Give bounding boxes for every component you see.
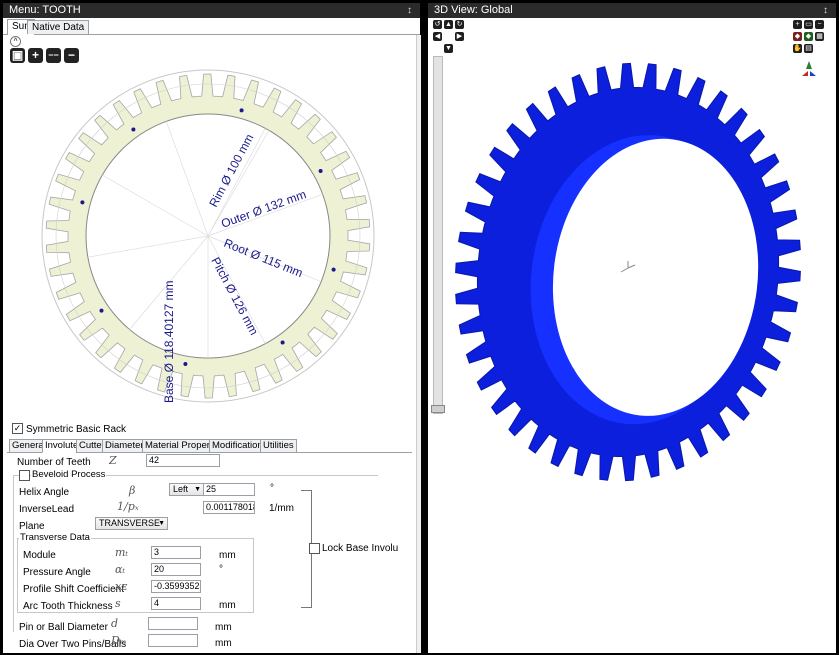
pin-diameter-label: Pin or Ball Diameter: [19, 622, 108, 633]
dia-over-pins-symbol: Dₘ: [111, 634, 127, 647]
gear-2d-teeth: [41, 69, 375, 403]
split-button[interactable]: −−: [46, 48, 61, 63]
teeth-symbol: Z: [109, 454, 117, 467]
lock-base-label: Lock Base Involu: [322, 543, 399, 554]
profile-shift-label: Profile Shift Coefficient: [23, 584, 124, 595]
menu-title-bar: Menu: TOOTH ↕: [3, 3, 420, 18]
collapse-icon[interactable]: ^: [10, 36, 21, 47]
pressure-angle-label: Pressure Angle: [23, 567, 91, 578]
plane-label: Plane: [19, 521, 45, 532]
pin-diameter-symbol: d: [111, 617, 119, 630]
base-label: Base Ø 118.40127 mm: [162, 280, 176, 403]
inverse-lead-input[interactable]: 0.0011780185: [203, 501, 255, 514]
pressure-angle-unit: °: [219, 564, 223, 575]
symmetric-rack-label: Symmetric Basic Rack: [26, 424, 127, 435]
inverse-lead-label: InverseLead: [19, 504, 75, 515]
helix-symbol: β: [129, 484, 136, 497]
dia-over-pins-input[interactable]: [148, 634, 198, 647]
arc-tooth-symbol: s: [115, 597, 121, 610]
subtab-utilities[interactable]: Utilities: [260, 439, 297, 453]
view-3d-title-bar: 3D View: Global ↕: [428, 3, 836, 18]
helix-angle-input[interactable]: 25: [203, 483, 255, 496]
gear-2d-drawing: Rim Ø 100 mm Outer Ø 132 mm Root Ø 115 m…: [41, 69, 375, 403]
module-label: Module: [23, 550, 56, 561]
tab-native-data[interactable]: Native Data: [27, 20, 90, 34]
number-of-teeth-input[interactable]: 42: [146, 454, 220, 467]
helix-unit: °: [270, 483, 274, 494]
menu-tabs: Sun Native Data: [3, 18, 420, 35]
module-symbol: mₜ: [115, 546, 129, 559]
inverse-lead-unit: 1/mm: [269, 503, 294, 514]
remove-button[interactable]: −: [64, 48, 79, 63]
pin-icon[interactable]: ↕: [407, 3, 412, 18]
arc-tooth-label: Arc Tooth Thickness: [23, 601, 113, 612]
menu-title: Menu: TOOTH: [9, 4, 81, 16]
module-unit: mm: [219, 550, 236, 561]
number-of-teeth-label: Number of Teeth: [17, 457, 91, 468]
helix-hand-value: Left: [173, 484, 189, 494]
menu-scrollbar[interactable]: [416, 35, 421, 653]
inverse-lead-symbol: 1/pₓ: [117, 500, 139, 513]
transverse-title: Transverse Data: [19, 532, 91, 543]
arc-tooth-unit: mm: [219, 600, 236, 611]
view-3d-title: 3D View: Global: [434, 4, 513, 16]
plane-select[interactable]: TRANSVERSE ▼: [95, 517, 168, 530]
menu-panel: Menu: TOOTH ↕ Sun Native Data ^ ▣ + −− −…: [3, 3, 421, 653]
helix-hand-select[interactable]: Left ▼: [169, 483, 204, 496]
beveloid-checkbox[interactable]: [19, 470, 30, 481]
pressure-angle-input[interactable]: 20: [151, 563, 201, 576]
pin-diameter-unit: mm: [215, 622, 232, 633]
chevron-down-icon: ▼: [158, 520, 165, 527]
chevron-down-icon: ▼: [194, 486, 201, 493]
helix-angle-label: Helix Angle: [19, 487, 70, 498]
profile-shift-symbol: xᴇ: [115, 580, 128, 593]
pin-diameter-input[interactable]: [148, 617, 198, 630]
copy-button[interactable]: ▣: [10, 48, 25, 63]
symmetric-rack-checkbox[interactable]: ✓: [12, 423, 23, 434]
arc-tooth-input[interactable]: 4: [151, 597, 201, 610]
module-input[interactable]: 3: [151, 546, 201, 559]
pressure-angle-symbol: αₜ: [115, 563, 126, 576]
lock-base-checkbox[interactable]: [309, 543, 320, 554]
gear-3d-shape: [455, 62, 801, 482]
profile-shift-input[interactable]: -0.3599352349: [151, 580, 201, 593]
gear-3d-model: [455, 62, 801, 482]
dia-over-pins-unit: mm: [215, 638, 232, 649]
plane-value: TRANSVERSE: [99, 518, 161, 528]
add-button[interactable]: +: [28, 48, 43, 63]
beveloid-label: Beveloid Process: [31, 469, 107, 480]
view-3d-panel: 3D View: Global ↕ ↺ ▲ ↻ ◀ ▶ ▼ + ▭ − ◆ ◆ …: [428, 3, 836, 653]
pin-icon[interactable]: ↕: [823, 3, 828, 18]
